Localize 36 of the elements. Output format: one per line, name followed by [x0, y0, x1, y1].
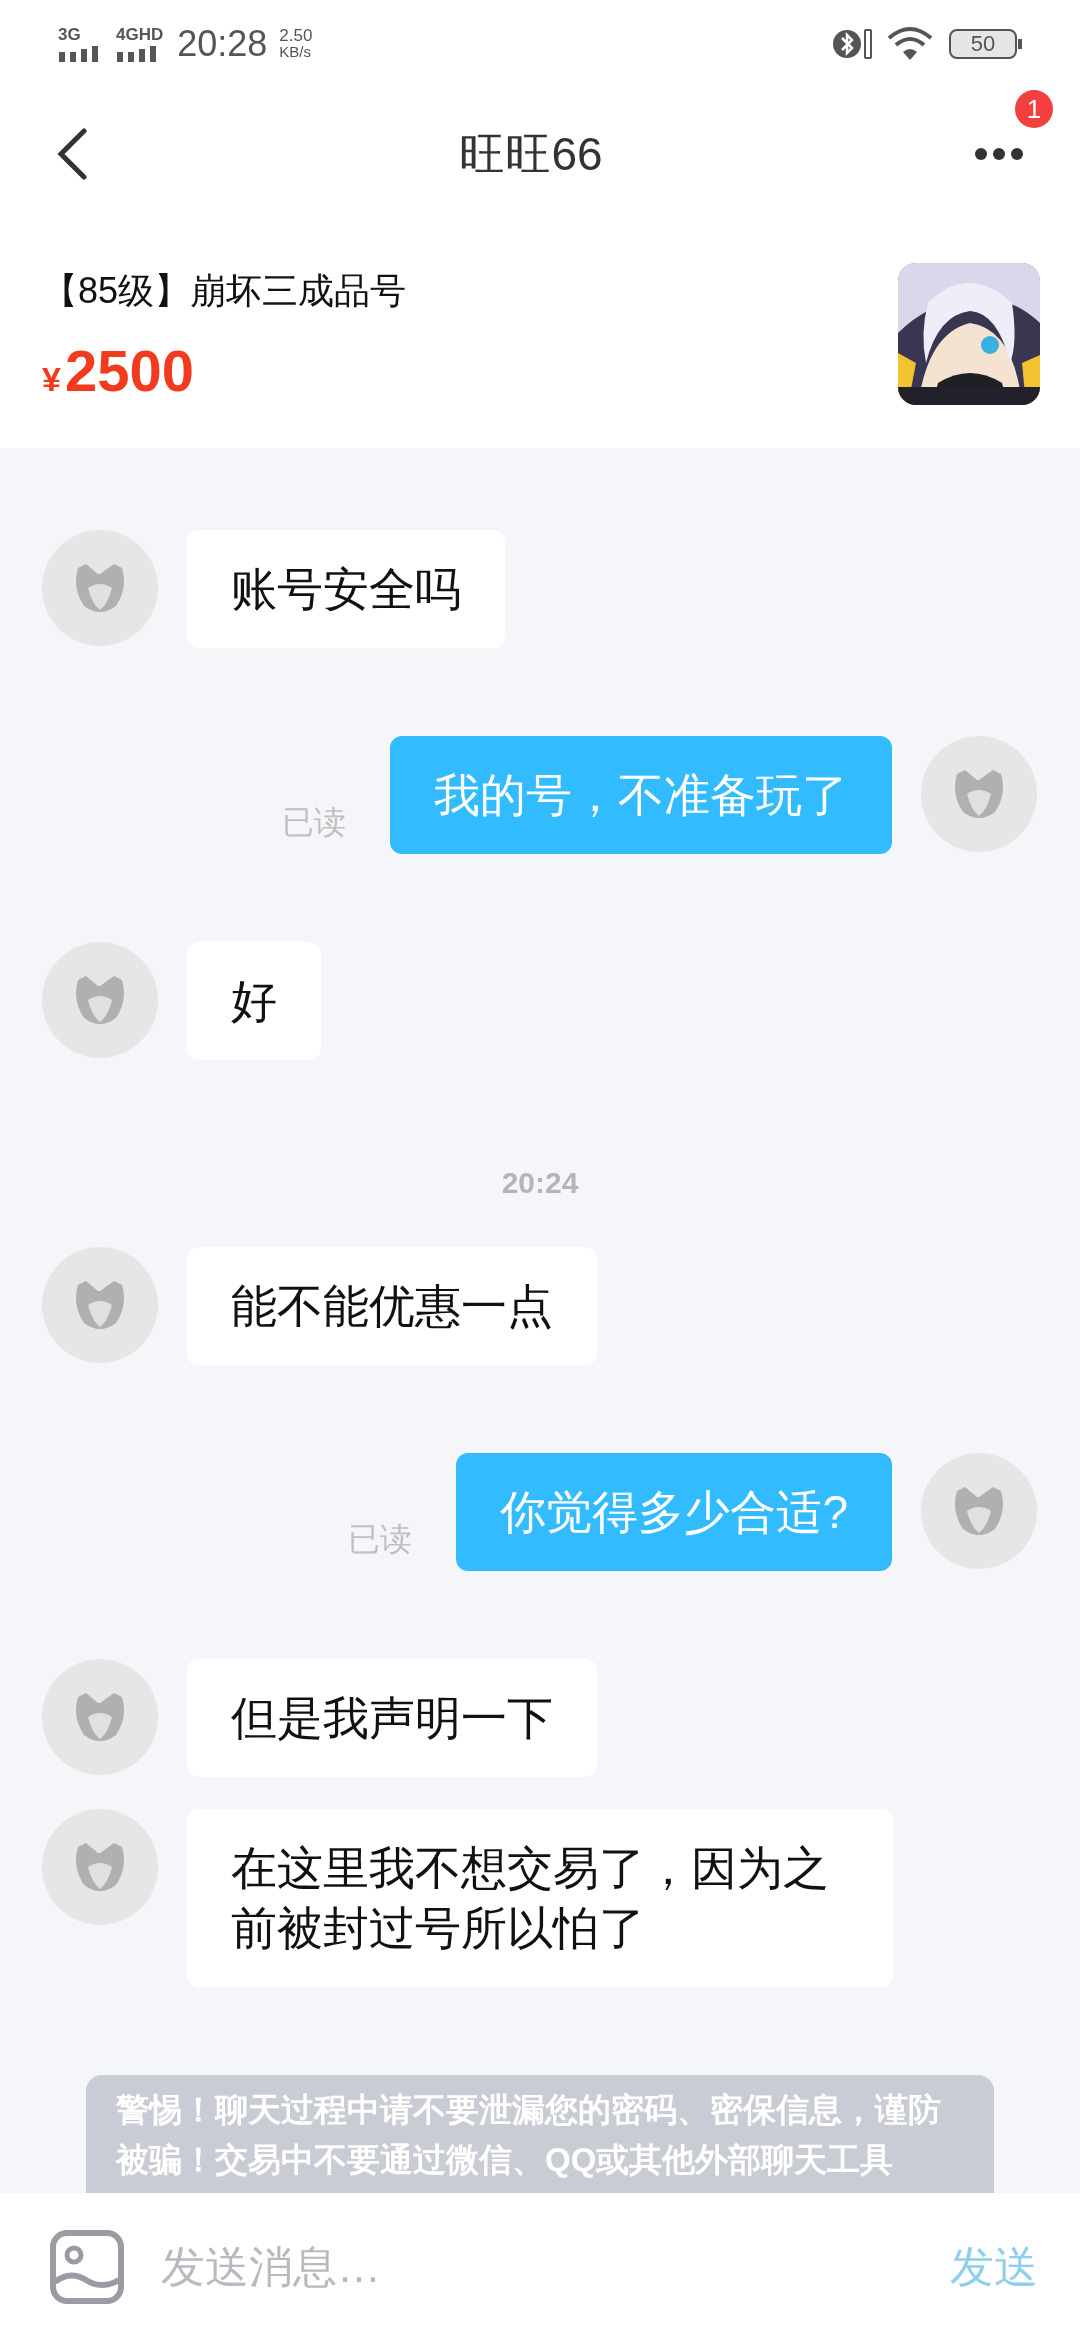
image-icon[interactable]: [50, 2229, 124, 2304]
avatar-icon: [42, 1809, 158, 1925]
message-bubble: 能不能优惠一点: [187, 1247, 597, 1365]
message-bubble: 在这里我不想交易了，因为之前被封过号所以怕了: [187, 1809, 893, 1987]
avatar-icon: [42, 1247, 158, 1363]
read-status: 已读: [348, 1520, 413, 1559]
chat-title: 旺旺66: [459, 126, 603, 182]
message-input[interactable]: 发送消息…: [161, 2233, 913, 2300]
back-icon[interactable]: [56, 128, 88, 180]
speed-unit: KB/s: [279, 44, 312, 60]
message-composer[interactable]: 发送消息… 发送: [0, 2193, 1080, 2340]
timestamp: 20:24: [501, 1165, 579, 1201]
send-button[interactable]: 发送: [950, 2233, 1038, 2300]
currency-symbol: ¥: [42, 358, 61, 400]
message-bubble: 账号安全吗: [187, 530, 505, 648]
message-bubble: 我的号，不准备玩了: [390, 736, 892, 854]
battery-indicator: 50: [949, 29, 1017, 59]
network-label: 4GHD: [116, 26, 164, 44]
more-icon[interactable]: [974, 147, 1024, 161]
notification-badge: 1: [1015, 90, 1053, 128]
avatar-icon: [42, 530, 158, 646]
clock-time: 20:28: [177, 22, 268, 66]
product-price: 2500: [64, 341, 194, 400]
avatar-icon: [42, 942, 158, 1058]
product-title: 【85级】崩坏三成品号: [42, 268, 408, 313]
network-label: 3G: [58, 26, 81, 44]
avatar-icon: [921, 1453, 1037, 1569]
avatar-icon: [42, 1659, 158, 1775]
wifi-icon: [887, 26, 933, 62]
speed-value: 2.50: [279, 28, 313, 44]
bluetooth-icon: [833, 26, 873, 62]
message-bubble: 好: [187, 942, 321, 1060]
read-status: 已读: [282, 803, 346, 842]
message-bubble: 但是我声明一下: [187, 1659, 597, 1777]
message-bubble: 你觉得多少合适?: [456, 1453, 892, 1571]
avatar-icon: [921, 736, 1037, 852]
